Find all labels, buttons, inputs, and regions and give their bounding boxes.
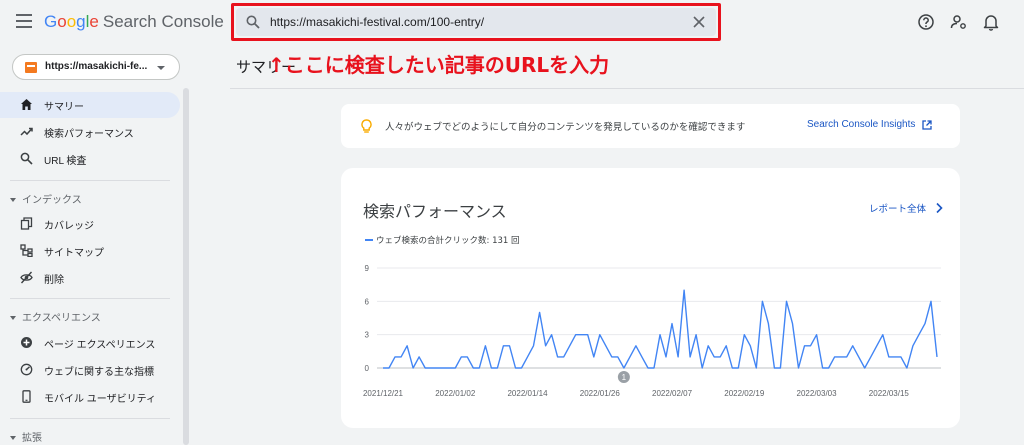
x-tick-label: 2022/03/03 bbox=[797, 389, 838, 398]
logo-letter: o bbox=[66, 12, 77, 31]
section-title: 拡張 bbox=[22, 433, 42, 444]
coverage-icon bbox=[20, 217, 33, 230]
logo-letter: G bbox=[44, 12, 58, 31]
sidebar-divider bbox=[10, 298, 170, 299]
property-selector[interactable]: https://masakichi-fe... bbox=[12, 54, 180, 80]
notifications-icon[interactable] bbox=[982, 13, 1000, 31]
search-icon bbox=[20, 152, 33, 165]
caret-down-icon bbox=[10, 436, 16, 441]
property-label: https://masakichi-fe... bbox=[45, 61, 148, 72]
search-highlight-box bbox=[231, 3, 721, 41]
main-divider bbox=[230, 88, 1024, 89]
section-title: エクスペリエンス bbox=[22, 313, 101, 324]
home-icon bbox=[21, 99, 32, 110]
sidebar-item-page-experience[interactable]: ページ エクスペリエンス bbox=[0, 330, 180, 356]
insights-banner: 人々がウェブでどのようにして自分のコンテンツを発見しているのかを確認できます S… bbox=[341, 104, 960, 148]
trending-icon bbox=[20, 127, 33, 136]
chevron-down-icon bbox=[157, 66, 165, 70]
sidebar-item-mobile-usability[interactable]: モバイル ユーザビリティ bbox=[0, 384, 180, 410]
performance-line-chart: 0 3 6 9 2021/12/21 2022/01/02 2022/01/14 2022/0… bbox=[363, 264, 941, 398]
help-icon[interactable] bbox=[917, 13, 935, 31]
sitemap-icon bbox=[20, 244, 33, 257]
performance-card: 検索パフォーマンス レポート全体 ウェブ検索の合計クリック数: 131 回 03… bbox=[341, 168, 960, 428]
menu-icon[interactable] bbox=[16, 14, 32, 28]
sidebar-item-label: 削除 bbox=[44, 275, 64, 286]
search-console-insights-link[interactable]: Search Console Insights bbox=[807, 119, 915, 130]
x-tick-label: 2022/01/26 bbox=[580, 389, 621, 398]
sidebar-item-label: 検索パフォーマンス bbox=[44, 129, 134, 140]
y-tick-label: 3 bbox=[365, 331, 370, 340]
y-tick-label: 9 bbox=[365, 264, 370, 273]
sidebar-item-sitemaps[interactable]: サイトマップ bbox=[0, 238, 180, 264]
top-bar: Google Search Console bbox=[0, 0, 1024, 46]
x-tick-label: 2021/12/21 bbox=[363, 389, 404, 398]
sidebar-item-coverage[interactable]: カバレッジ bbox=[0, 211, 180, 237]
sidebar-item-summary[interactable]: サマリー bbox=[0, 92, 180, 118]
lightbulb-icon bbox=[361, 119, 372, 133]
x-tick-label: 2022/01/02 bbox=[435, 389, 476, 398]
url-inspection-search-bar[interactable] bbox=[236, 8, 716, 36]
sidebar-divider bbox=[10, 180, 170, 181]
sidebar-item-url-inspection[interactable]: URL 検査 bbox=[0, 146, 180, 172]
instruction-annotation: ↑ここに検査したい記事のURLを入力 bbox=[268, 53, 610, 77]
section-index[interactable]: インデックス bbox=[10, 191, 82, 206]
sidebar-scrollbar[interactable] bbox=[183, 88, 189, 445]
sidebar-item-removals[interactable]: 削除 bbox=[0, 265, 180, 291]
logo-letter: o bbox=[57, 12, 67, 31]
close-icon[interactable] bbox=[692, 15, 706, 29]
search-console-logo[interactable]: Google Search Console bbox=[44, 12, 224, 32]
web-vitals-icon bbox=[20, 363, 33, 376]
event-marker-label: 1 bbox=[622, 373, 627, 382]
url-inspection-input[interactable] bbox=[270, 11, 670, 33]
logo-letter: e bbox=[89, 12, 99, 31]
series-line bbox=[383, 289, 938, 369]
sidebar-item-label: サマリー bbox=[44, 102, 84, 113]
sidebar-item-label: モバイル ユーザビリティ bbox=[44, 394, 156, 405]
section-title: インデックス bbox=[22, 195, 82, 206]
x-tick-label: 2022/01/14 bbox=[507, 389, 548, 398]
mobile-icon bbox=[22, 390, 31, 403]
search-icon[interactable] bbox=[246, 15, 260, 29]
sidebar-item-label: URL 検査 bbox=[44, 156, 87, 167]
sidebar-divider bbox=[10, 418, 170, 419]
sidebar-item-label: ページ エクスペリエンス bbox=[44, 340, 156, 351]
x-tick-label: 2022/02/19 bbox=[724, 389, 765, 398]
logo-letter: g bbox=[76, 12, 86, 31]
sidebar-item-label: カバレッジ bbox=[44, 221, 94, 232]
caret-down-icon bbox=[10, 316, 16, 321]
x-tick-label: 2022/03/15 bbox=[869, 389, 910, 398]
removals-icon bbox=[20, 271, 33, 284]
x-tick-label: 2022/02/07 bbox=[652, 389, 693, 398]
section-enhancements[interactable]: 拡張 bbox=[10, 429, 42, 444]
sidebar-item-label: サイトマップ bbox=[44, 248, 104, 259]
section-experience[interactable]: エクスペリエンス bbox=[10, 309, 101, 324]
page-experience-icon bbox=[21, 337, 32, 348]
sidebar-item-web-vitals[interactable]: ウェブに関する主な指標 bbox=[0, 357, 180, 383]
product-name: Search Console bbox=[102, 12, 224, 31]
account-settings-icon[interactable] bbox=[950, 13, 968, 31]
open-in-new-icon[interactable] bbox=[922, 120, 932, 130]
site-favicon bbox=[25, 62, 37, 73]
insights-description: 人々がウェブでどのようにして自分のコンテンツを発見しているのかを確認できます bbox=[385, 122, 746, 133]
sidebar-item-label: ウェブに関する主な指標 bbox=[44, 367, 154, 378]
caret-down-icon bbox=[10, 198, 16, 203]
y-tick-label: 6 bbox=[365, 297, 370, 306]
y-tick-label: 0 bbox=[365, 364, 370, 373]
sidebar-item-performance[interactable]: 検索パフォーマンス bbox=[0, 119, 180, 145]
